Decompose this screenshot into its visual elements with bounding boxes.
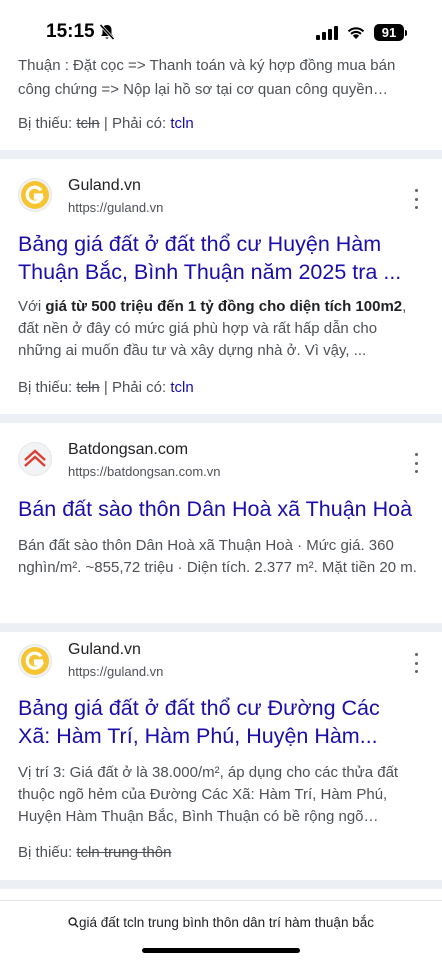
result-separator bbox=[0, 623, 442, 632]
search-query-text: giá đất tcln trung bình thôn dân trí hàm… bbox=[79, 915, 374, 930]
must-have-label: | Phải có: bbox=[99, 115, 171, 132]
result-title-line: Xã: Hàm Trí, Hàm Phú, Huyện Hàm... bbox=[18, 724, 378, 748]
missing-label: Bị thiếu: bbox=[18, 844, 77, 861]
home-indicator[interactable] bbox=[142, 948, 300, 953]
site-name[interactable]: Guland.vn bbox=[68, 177, 141, 195]
result-title-line: Thuận Bắc, Bình Thuận năm 2025 tra ... bbox=[18, 260, 402, 284]
search-icon bbox=[68, 917, 79, 928]
status-time: 15:15 bbox=[46, 21, 95, 42]
batdongsan-favicon[interactable] bbox=[18, 442, 52, 476]
result-title-link[interactable]: Bảng giá đất ở đất thổ cư Huyện Hàm Thuậ… bbox=[18, 230, 422, 286]
batdongsan-logo-icon bbox=[24, 449, 46, 467]
bell-muted-icon bbox=[99, 23, 115, 41]
snippet-text: Với bbox=[18, 298, 46, 315]
guland-favicon[interactable] bbox=[18, 644, 52, 678]
result-separator bbox=[0, 880, 442, 889]
result-title-link[interactable]: Bảng giá đất ở đất thổ cư Đường Các Xã: … bbox=[18, 694, 422, 750]
result-title-line: Bảng giá đất ở đất thổ cư Huyện Hàm bbox=[18, 232, 382, 256]
snippet-highlight: giá từ 500 triệu đến 1 tỷ đồng cho diện … bbox=[45, 298, 403, 315]
result-title-line: Bảng giá đất ở đất thổ cư Đường Các bbox=[18, 696, 380, 720]
result-snippet: Vị trí 3: Giá đất ở là 38.000/m², áp dụn… bbox=[18, 764, 399, 825]
search-result-card: Guland.vn https://guland.vn Bảng giá đất… bbox=[0, 632, 442, 880]
must-have-label: | Phải có: bbox=[99, 379, 171, 396]
cellular-signal-icon bbox=[316, 26, 338, 40]
must-have-link[interactable]: tcln bbox=[170, 115, 193, 132]
site-url[interactable]: https://guland.vn bbox=[68, 664, 163, 679]
more-options-icon[interactable] bbox=[410, 453, 422, 473]
result-separator bbox=[0, 414, 442, 423]
site-url[interactable]: https://guland.vn bbox=[68, 200, 163, 215]
search-query[interactable]: giá đất tcln trung bình thôn dân trí hàm… bbox=[0, 915, 442, 930]
site-name[interactable]: Guland.vn bbox=[68, 641, 141, 659]
result-separator bbox=[0, 150, 442, 159]
missing-terms-row: Bị thiếu: tcln | Phải có: tcln bbox=[18, 115, 194, 132]
must-have-link[interactable]: tcln bbox=[170, 379, 193, 396]
guland-logo-icon bbox=[21, 647, 49, 675]
result-snippet: Bán đất sào thôn Dân Hoà xã Thuận Hoà · … bbox=[18, 537, 417, 576]
missing-term: tcln bbox=[76, 379, 100, 396]
missing-label: Bị thiếu: bbox=[18, 115, 77, 132]
missing-terms-row: Bị thiếu: tcln | Phải có: tcln bbox=[18, 379, 194, 396]
status-bar: 15:15 91 bbox=[0, 0, 442, 62]
result-snippet-line: Thuận : Đặt cọc => Thanh toán và ký hợp … bbox=[18, 57, 396, 74]
search-result-card: Guland.vn https://guland.vn Bảng giá đất… bbox=[0, 159, 442, 414]
wifi-icon bbox=[347, 27, 365, 39]
guland-logo-icon bbox=[21, 181, 49, 209]
site-name[interactable]: Batdongsan.com bbox=[68, 441, 188, 459]
result-snippet: Với giá từ 500 triệu đến 1 tỷ đồng cho d… bbox=[18, 296, 418, 362]
missing-terms-row: Bị thiếu: tcln trung thôn bbox=[18, 844, 171, 861]
bottom-search-bar[interactable]: giá đất tcln trung bình thôn dân trí hàm… bbox=[0, 900, 442, 961]
missing-term: tcln trung thôn bbox=[76, 844, 172, 861]
missing-term: tcln bbox=[76, 115, 100, 132]
battery-tip bbox=[405, 30, 407, 36]
more-options-icon[interactable] bbox=[410, 189, 422, 209]
missing-label: Bị thiếu: bbox=[18, 379, 77, 396]
search-result-card: Batdongsan.com https://batdongsan.com.vn… bbox=[0, 423, 442, 623]
search-result-card: Thuận : Đặt cọc => Thanh toán và ký hợp … bbox=[0, 57, 442, 150]
result-snippet-line: công chứng => Nộp lại hồ sơ tại cơ quan … bbox=[18, 81, 388, 98]
guland-favicon[interactable] bbox=[18, 178, 52, 212]
more-options-icon[interactable] bbox=[410, 653, 422, 673]
site-url[interactable]: https://batdongsan.com.vn bbox=[68, 464, 220, 479]
battery-indicator: 91 bbox=[374, 24, 404, 41]
result-title-link[interactable]: Bán đất sào thôn Dân Hoà xã Thuận Hoà bbox=[18, 495, 422, 523]
